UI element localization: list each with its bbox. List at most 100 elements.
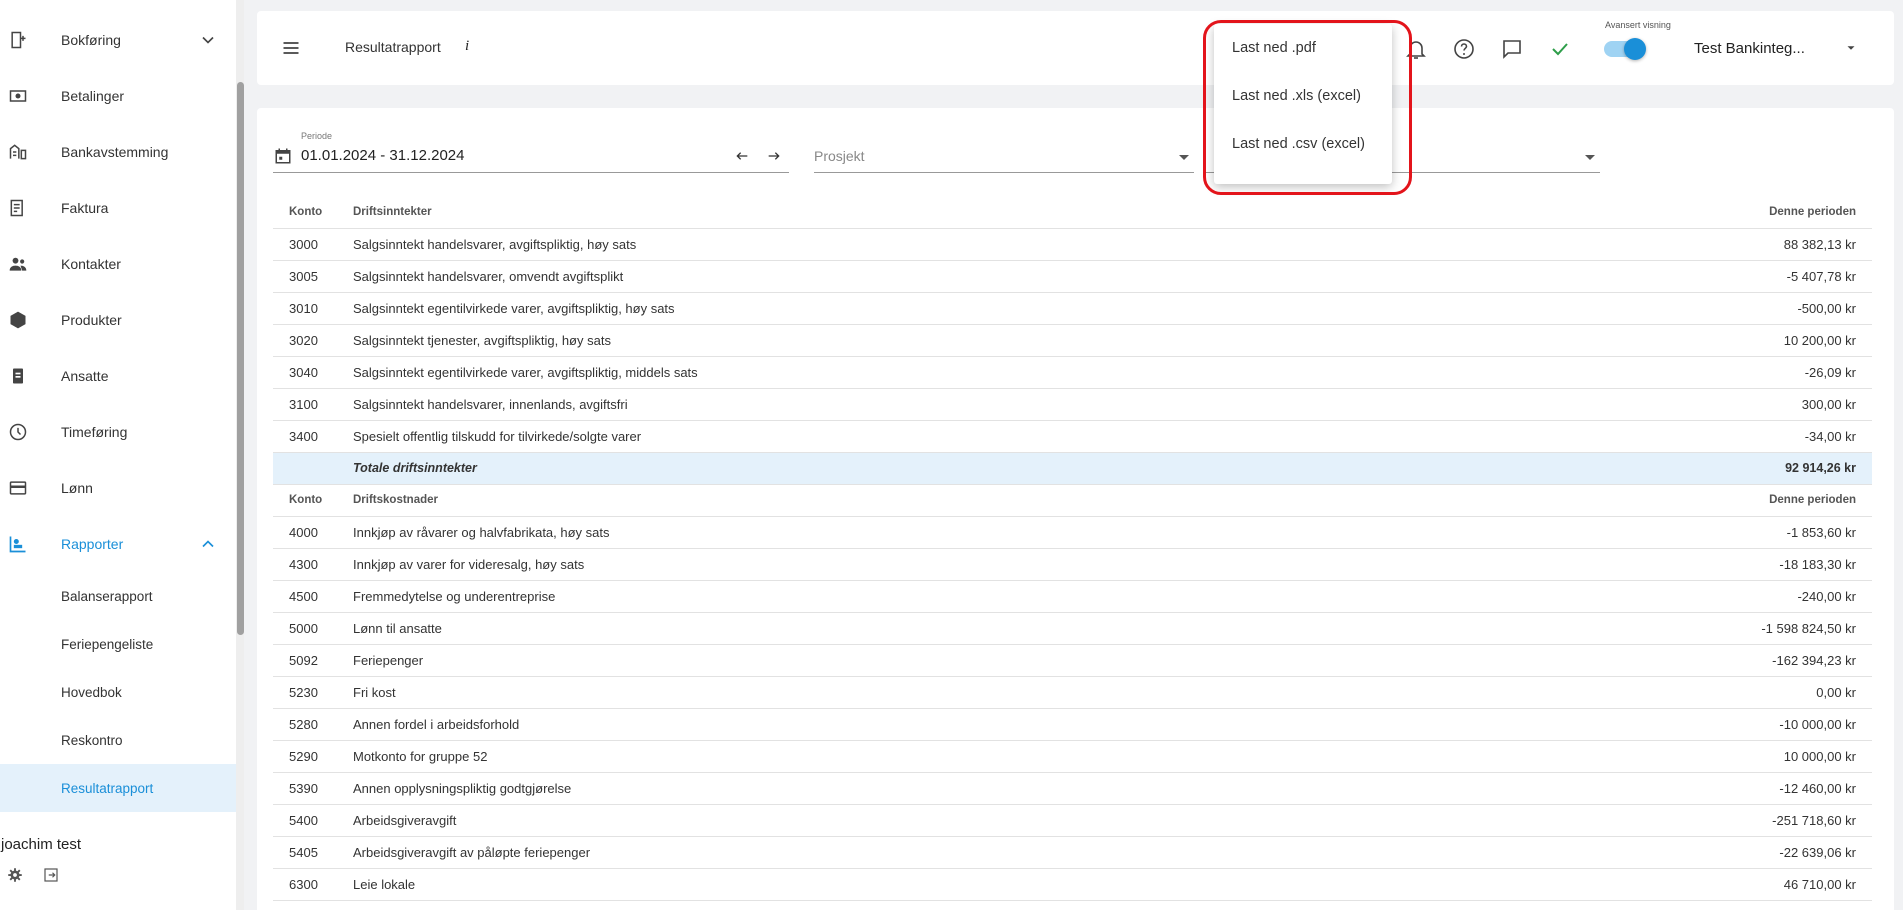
download-pdf-item[interactable]: Last ned .pdf: [1232, 40, 1316, 56]
cell-name: Totale driftsinntekter: [353, 452, 1503, 485]
info-icon[interactable]: i: [465, 38, 469, 55]
chat-icon[interactable]: [1500, 37, 1524, 61]
sidebar-subitem-hovedbok[interactable]: Hovedbok: [0, 668, 236, 716]
cell-name: Arbeidsgiveravgift: [353, 804, 1503, 837]
cell-konto: 4000: [273, 516, 353, 549]
result-report-table: Konto Driftsinntekter Denne perioden 300…: [273, 196, 1872, 901]
table-row[interactable]: 3005 Salgsinntekt handelsvarer, omvendt a…: [273, 260, 1872, 293]
table-row[interactable]: 4000 Innkjøp av råvarer og halvfabrikata,…: [273, 516, 1872, 549]
period-input[interactable]: 01.01.2024 - 31.12.2024: [301, 147, 464, 164]
table-row[interactable]: 4500 Fremmedytelse og underentreprise -240…: [273, 580, 1872, 613]
download-menu: Last ned .pdf Last ned .xls (excel) Last…: [1214, 24, 1392, 184]
cell-name: Spesielt offentlig tilskudd for tilvirke…: [353, 420, 1503, 453]
cell-konto: 5400: [273, 804, 353, 837]
cell-value: -240,00 kr: [1502, 580, 1872, 613]
chevron-up-icon[interactable]: [198, 534, 218, 554]
sidebar-item-kontakter[interactable]: Kontakter: [0, 236, 236, 292]
sidebar-item-ansatte[interactable]: Ansatte: [0, 348, 236, 404]
table-row[interactable]: 5000 Lønn til ansatte -1 598 824,50 kr: [273, 612, 1872, 645]
table-row[interactable]: 5280 Annen fordel i arbeidsforhold -10 000…: [273, 708, 1872, 741]
table-row[interactable]: 5390 Annen opplysningspliktig godtgjørels…: [273, 772, 1872, 805]
advanced-view-label: Avansert visning: [1605, 20, 1671, 30]
cell-name: Salgsinntekt egentilvirkede varer, avgif…: [353, 356, 1503, 389]
cell-konto: 3100: [273, 388, 353, 421]
cell-name: Innkjøp av varer for videresalg, høy sat…: [353, 548, 1503, 581]
arrow-right-icon[interactable]: [765, 148, 783, 164]
cell-value: -251 718,60 kr: [1502, 804, 1872, 837]
table-row[interactable]: 5230 Fri kost 0,00 kr: [273, 676, 1872, 709]
arrow-left-icon[interactable]: [733, 148, 751, 164]
sidebar-item-bankavstemming[interactable]: Bankavstemming: [0, 124, 236, 180]
cell-konto: 4300: [273, 548, 353, 581]
sidebar-item-produkter[interactable]: Produkter: [0, 292, 236, 348]
table-row[interactable]: 6300 Leie lokale 46 710,00 kr: [273, 868, 1872, 901]
department-caret-icon[interactable]: [1585, 155, 1595, 160]
sidebar-item-rapporter[interactable]: Rapporter: [0, 516, 236, 572]
cell-value: 300,00 kr: [1502, 388, 1872, 421]
help-icon[interactable]: [1452, 37, 1476, 61]
table-row[interactable]: 3000 Salgsinntekt handelsvarer, avgiftspl…: [273, 228, 1872, 261]
cell-konto: 6300: [273, 868, 353, 901]
total-row[interactable]: Totale driftsinntekter 92 914,26 kr: [273, 452, 1872, 485]
gear-icon[interactable]: [6, 866, 24, 884]
sidebar-item-bokforing[interactable]: Bokføring: [0, 12, 236, 68]
caret-down-icon[interactable]: [1844, 41, 1858, 55]
download-xls-item[interactable]: Last ned .xls (excel): [1232, 88, 1361, 104]
cell-konto: 3005: [273, 260, 353, 293]
cell-name: Salgsinntekt handelsvarer, innenlands, a…: [353, 388, 1503, 421]
table-row[interactable]: 3040 Salgsinntekt egentilvirkede varer, a…: [273, 356, 1872, 389]
table-row[interactable]: 5290 Motkonto for gruppe 52 10 000,00 kr: [273, 740, 1872, 773]
cell-value: 92 914,26 kr: [1502, 452, 1872, 485]
table-row[interactable]: 3100 Salgsinntekt handelsvarer, innenland…: [273, 388, 1872, 421]
table-row[interactable]: 5400 Arbeidsgiveravgift -251 718,60 kr: [273, 804, 1872, 837]
cell-value: -162 394,23 kr: [1502, 644, 1872, 677]
toggle-knob: [1624, 38, 1646, 60]
sidebar-item-lonn[interactable]: Lønn: [0, 460, 236, 516]
cell-name: Salgsinntekt egentilvirkede varer, avgif…: [353, 292, 1503, 325]
sidebar-subitem-balanserapport[interactable]: Balanserapport: [0, 572, 236, 620]
table-row[interactable]: 4300 Innkjøp av varer for videresalg, høy…: [273, 548, 1872, 581]
sidebar-scrollbar-thumb[interactable]: [237, 82, 244, 635]
contacts-icon: [8, 254, 28, 274]
cell-value: 10 200,00 kr: [1502, 324, 1872, 357]
cell-value: -10 000,00 kr: [1502, 708, 1872, 741]
project-select[interactable]: Prosjekt: [814, 148, 865, 164]
sidebar-subitem-feriepengeliste[interactable]: Feriepengeliste: [0, 620, 236, 668]
table-row[interactable]: 3400 Spesielt offentlig tilskudd for tilv…: [273, 420, 1872, 453]
sidebar-item-faktura[interactable]: Faktura: [0, 180, 236, 236]
calendar-icon[interactable]: [274, 146, 292, 166]
sidebar-item-betalinger[interactable]: Betalinger: [0, 68, 236, 124]
top-bar: Resultatrapport i Avansert visning Test …: [257, 11, 1894, 85]
cell-name: Salgsinntekt tjenester, avgiftspliktig, …: [353, 324, 1503, 357]
advanced-view-toggle[interactable]: [1602, 37, 1646, 60]
company-selector[interactable]: Test Bankinteg...: [1694, 40, 1805, 57]
table-row[interactable]: 3010 Salgsinntekt egentilvirkede varer, a…: [273, 292, 1872, 325]
sidebar-item-timeforing[interactable]: Timeføring: [0, 404, 236, 460]
cell-konto: 3040: [273, 356, 353, 389]
bell-icon[interactable]: [1404, 37, 1428, 61]
sidebar-item-label: Bokføring: [61, 32, 121, 48]
products-icon: [8, 310, 28, 330]
hamburger-menu-icon[interactable]: [281, 38, 301, 58]
table-row[interactable]: 5092 Feriepenger -162 394,23 kr: [273, 644, 1872, 677]
table-row[interactable]: 5405 Arbeidsgiveravgift av påløpte feriep…: [273, 836, 1872, 869]
clock-icon: [8, 422, 28, 442]
sidebar-subitem-reskontro[interactable]: Reskontro: [0, 716, 236, 764]
cell-name: Innkjøp av råvarer og halvfabrikata, høy…: [353, 516, 1503, 549]
employees-icon: [8, 366, 28, 386]
sidebar-item-label: Lønn: [61, 480, 93, 496]
cell-name: Lønn til ansatte: [353, 612, 1503, 645]
chevron-down-icon[interactable]: [198, 30, 218, 50]
col-konto: Konto: [273, 484, 353, 517]
logout-icon[interactable]: [42, 866, 60, 884]
check-icon[interactable]: [1548, 37, 1572, 61]
download-csv-item[interactable]: Last ned .csv (excel): [1232, 136, 1365, 152]
payments-icon: [8, 86, 28, 106]
page-title: Resultatrapport: [345, 39, 441, 55]
cell-value: -34,00 kr: [1502, 420, 1872, 453]
cell-konto: 5390: [273, 772, 353, 805]
project-caret-icon[interactable]: [1179, 155, 1189, 160]
table-row[interactable]: 3020 Salgsinntekt tjenester, avgiftsplikt…: [273, 324, 1872, 357]
sidebar-subitem-resultatrapport[interactable]: Resultatrapport: [0, 764, 236, 812]
cell-konto: 4500: [273, 580, 353, 613]
